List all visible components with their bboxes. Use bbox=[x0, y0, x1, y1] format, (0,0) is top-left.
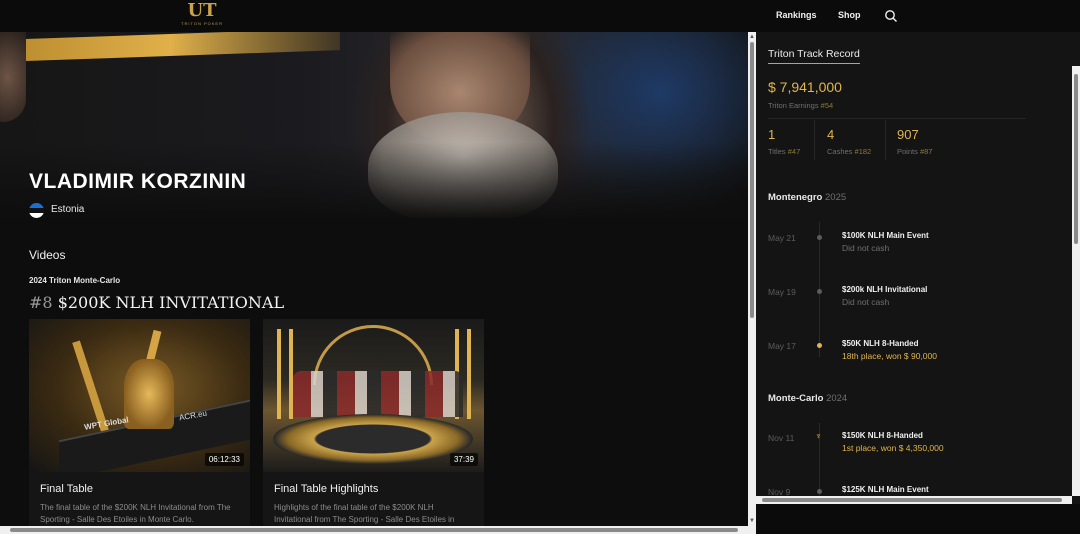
video-duration: 06:12:33 bbox=[204, 453, 244, 466]
result-event[interactable]: $150K NLH 8-Handed bbox=[842, 431, 923, 440]
hero-gold-light bbox=[0, 32, 340, 62]
player-country: Estonia bbox=[51, 204, 85, 215]
event-number: #8 bbox=[29, 293, 53, 312]
divider bbox=[768, 118, 1026, 119]
thumb-poker-table bbox=[273, 414, 473, 464]
video-title[interactable]: Final Table bbox=[40, 483, 93, 495]
earnings-label-text: Triton Earnings bbox=[768, 101, 819, 110]
panel-horizontal-scrollbar[interactable] bbox=[756, 496, 1072, 504]
timeline-dot-icon bbox=[817, 489, 822, 494]
stat-titles: 1 Titles #47 bbox=[768, 127, 800, 156]
stat-points: 907 Points #87 bbox=[897, 127, 932, 156]
earnings-rank: #54 bbox=[820, 101, 834, 110]
tournament-group-heading: Montenegro 2025 bbox=[768, 192, 846, 203]
thumb-stage-light bbox=[467, 329, 471, 419]
timeline-dot-icon bbox=[817, 235, 822, 240]
tournament-group-heading: Monte-Carlo 2024 bbox=[768, 393, 847, 404]
nav-shop[interactable]: Shop bbox=[838, 10, 861, 20]
group-name: Montenegro bbox=[768, 192, 823, 203]
panel-vertical-scrollbar[interactable] bbox=[1072, 66, 1080, 496]
stat-label: Titles #47 bbox=[768, 147, 800, 156]
stat-label-text: Titles bbox=[768, 147, 786, 156]
result-date: May 17 bbox=[768, 341, 796, 351]
scrollbar-thumb[interactable] bbox=[750, 42, 754, 318]
track-record-panel: Triton Track Record $ 7,941,000 Triton E… bbox=[756, 32, 1080, 504]
result-date: May 21 bbox=[768, 233, 796, 243]
scrollbar-thumb[interactable] bbox=[762, 498, 1062, 502]
video-card-final-table[interactable]: WPT Global ACR.eu 06:12:33 Final Table T… bbox=[29, 319, 250, 526]
trophy-icon: ♆ bbox=[815, 431, 822, 441]
top-bar: UT TRITON POKER Rankings Shop bbox=[0, 0, 1080, 32]
video-description: The final table of the $200K NLH Invitat… bbox=[40, 503, 231, 524]
scroll-up-arrow-icon[interactable]: ▲ bbox=[749, 34, 755, 40]
estonia-flag-icon bbox=[29, 203, 44, 218]
timeline-dot-icon bbox=[817, 289, 822, 294]
event-series: 2024 Triton Monte-Carlo bbox=[29, 276, 121, 285]
search-icon[interactable] bbox=[884, 9, 898, 23]
scrollbar-thumb[interactable] bbox=[10, 528, 738, 532]
stat-rank: #47 bbox=[787, 147, 801, 156]
stat-rank: #87 bbox=[919, 147, 933, 156]
video-thumbnail[interactable]: WPT Global ACR.eu 06:12:33 bbox=[29, 319, 250, 472]
video-duration: 37:39 bbox=[449, 453, 478, 466]
thumb-players-group bbox=[293, 371, 463, 417]
timeline-dot-icon bbox=[817, 343, 822, 348]
result-date: Nov 11 bbox=[768, 433, 795, 443]
divider bbox=[814, 120, 815, 160]
stat-value: 1 bbox=[768, 127, 776, 142]
nav-rankings[interactable]: Rankings bbox=[776, 10, 817, 20]
result-event[interactable]: $100K NLH Main Event bbox=[842, 231, 929, 240]
result-outcome: Did not cash bbox=[842, 243, 890, 253]
divider bbox=[885, 120, 886, 160]
panel-footer-area bbox=[756, 504, 1080, 534]
stat-rank: #182 bbox=[854, 147, 872, 156]
result-event[interactable]: $50K NLH 8-Handed bbox=[842, 339, 918, 348]
stat-label-text: Points bbox=[897, 147, 918, 156]
total-earnings: $ 7,941,000 bbox=[768, 79, 842, 95]
earnings-label: Triton Earnings #54 bbox=[768, 101, 833, 110]
stat-cashes: 4 Cashes #182 bbox=[827, 127, 871, 156]
video-card-final-table-highlights[interactable]: 37:39 Final Table Highlights Highlights … bbox=[263, 319, 484, 526]
stat-value: 907 bbox=[897, 127, 919, 142]
video-description: Highlights of the final table of the $20… bbox=[274, 503, 455, 524]
event-title: #8 $200K NLH INVITATIONAL bbox=[29, 293, 284, 312]
result-outcome: 1st place, won $ 4,350,000 bbox=[842, 443, 944, 453]
group-name: Monte-Carlo bbox=[768, 393, 824, 404]
stat-label: Cashes #182 bbox=[827, 147, 871, 156]
scrollbar-thumb[interactable] bbox=[1074, 74, 1078, 244]
group-year: 2025 bbox=[825, 192, 847, 203]
player-name: VLADIMIR KORZININ bbox=[29, 170, 247, 193]
stat-label: Points #87 bbox=[897, 147, 932, 156]
hero-background-person bbox=[0, 32, 26, 122]
scroll-down-arrow-icon[interactable]: ▼ bbox=[749, 518, 755, 524]
main-vertical-scrollbar[interactable]: ▲ ▼ bbox=[748, 32, 756, 526]
result-outcome: Did not cash bbox=[842, 297, 890, 307]
track-record-title: Triton Track Record bbox=[768, 48, 860, 64]
triton-logo[interactable]: UT TRITON POKER bbox=[180, 1, 224, 31]
main-content: VLADIMIR KORZININ Estonia Videos 2024 Tr… bbox=[0, 32, 748, 526]
result-outcome: 18th place, won $ 90,000 bbox=[842, 351, 937, 361]
videos-heading: Videos bbox=[29, 248, 66, 262]
result-date: May 19 bbox=[768, 287, 796, 297]
stat-value: 4 bbox=[827, 127, 835, 142]
group-year: 2024 bbox=[826, 393, 848, 404]
video-title[interactable]: Final Table Highlights bbox=[274, 483, 378, 495]
main-horizontal-scrollbar[interactable] bbox=[0, 526, 756, 534]
result-event[interactable]: $125K NLH Main Event bbox=[842, 485, 929, 494]
thumb-stage-light bbox=[277, 329, 281, 419]
trophy-image bbox=[124, 359, 174, 429]
stat-label-text: Cashes bbox=[827, 147, 853, 156]
logo-subtitle: TRITON POKER bbox=[181, 21, 223, 26]
result-event[interactable]: $200k NLH Invitational bbox=[842, 285, 927, 294]
logo-mark: UT bbox=[187, 0, 217, 21]
video-thumbnail[interactable]: 37:39 bbox=[263, 319, 484, 472]
event-name: $200K NLH INVITATIONAL bbox=[57, 293, 285, 312]
